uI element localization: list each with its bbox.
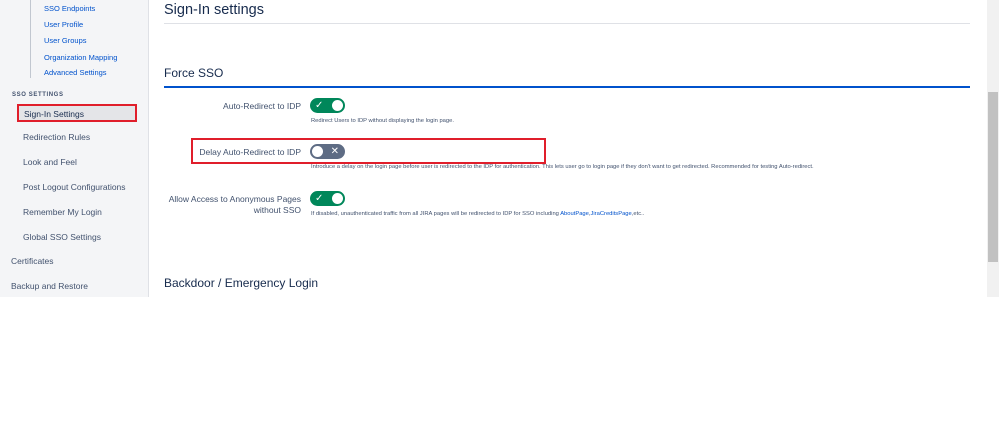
sidebar-item-global-sso-settings[interactable]: Global SSO Settings xyxy=(23,232,101,242)
sidebar-item-post-logout-configurations[interactable]: Post Logout Configurations xyxy=(23,182,126,192)
sidebar-subitem-user-profile[interactable]: User Profile xyxy=(44,20,83,29)
check-icon: ✓ xyxy=(315,193,324,204)
auto-redirect-help: Redirect Users to IDP without displaying… xyxy=(311,118,454,124)
toggle-knob xyxy=(312,146,323,157)
page-title: Sign-In settings xyxy=(164,2,264,18)
anonymous-pages-toggle[interactable]: ✓ xyxy=(310,191,345,206)
delay-auto-redirect-label: Delay Auto-Redirect to IDP xyxy=(199,147,301,157)
backdoor-heading: Backdoor / Emergency Login xyxy=(164,276,319,290)
sidebar: SSO Endpoints User Profile User Groups O… xyxy=(0,0,149,297)
sidebar-subitem-advanced-settings[interactable]: Advanced Settings xyxy=(44,68,107,77)
toggle-knob xyxy=(332,100,343,111)
delay-auto-redirect-help: Introduce a delay on the login page befo… xyxy=(311,164,814,170)
auto-redirect-toggle[interactable]: ✓ xyxy=(310,98,345,113)
delay-auto-redirect-toggle[interactable]: ✕ xyxy=(310,144,345,159)
force-sso-divider xyxy=(164,86,970,88)
x-icon: ✕ xyxy=(330,146,339,157)
anonymous-pages-help: If disabled, unauthenticated traffic fro… xyxy=(311,211,644,217)
sidebar-subitem-organization-mapping[interactable]: Organization Mapping xyxy=(44,53,117,62)
anonymous-pages-label: Allow Access to Anonymous Pages without … xyxy=(168,194,301,215)
sidebar-item-sign-in-settings[interactable]: Sign-In Settings xyxy=(17,104,137,122)
sidebar-subitem-sso-endpoints[interactable]: SSO Endpoints xyxy=(44,4,95,13)
about-page-link[interactable]: AboutPage xyxy=(560,211,589,217)
help-text: If disabled, unauthenticated traffic fro… xyxy=(311,211,561,217)
sidebar-item-certificates[interactable]: Certificates xyxy=(11,256,54,266)
title-divider xyxy=(164,23,970,24)
help-suffix: ,etc.. xyxy=(631,211,645,217)
toggle-knob xyxy=(332,193,343,204)
sidebar-subitem-user-groups[interactable]: User Groups xyxy=(44,36,87,45)
sidebar-item-backup-and-restore[interactable]: Backup and Restore xyxy=(11,281,88,291)
scrollbar-thumb[interactable] xyxy=(988,92,998,262)
force-sso-heading: Force SSO xyxy=(164,66,224,80)
jira-credits-page-link[interactable]: JiraCreditsPage xyxy=(591,211,632,217)
sidebar-item-redirection-rules[interactable]: Redirection Rules xyxy=(23,132,90,142)
sidebar-item-remember-my-login[interactable]: Remember My Login xyxy=(23,207,102,217)
tree-connector xyxy=(30,0,31,78)
check-icon: ✓ xyxy=(315,100,324,111)
sidebar-item-look-and-feel[interactable]: Look and Feel xyxy=(23,157,77,167)
sidebar-section-title: SSO SETTINGS xyxy=(12,92,64,98)
auto-redirect-label: Auto-Redirect to IDP xyxy=(223,101,301,111)
